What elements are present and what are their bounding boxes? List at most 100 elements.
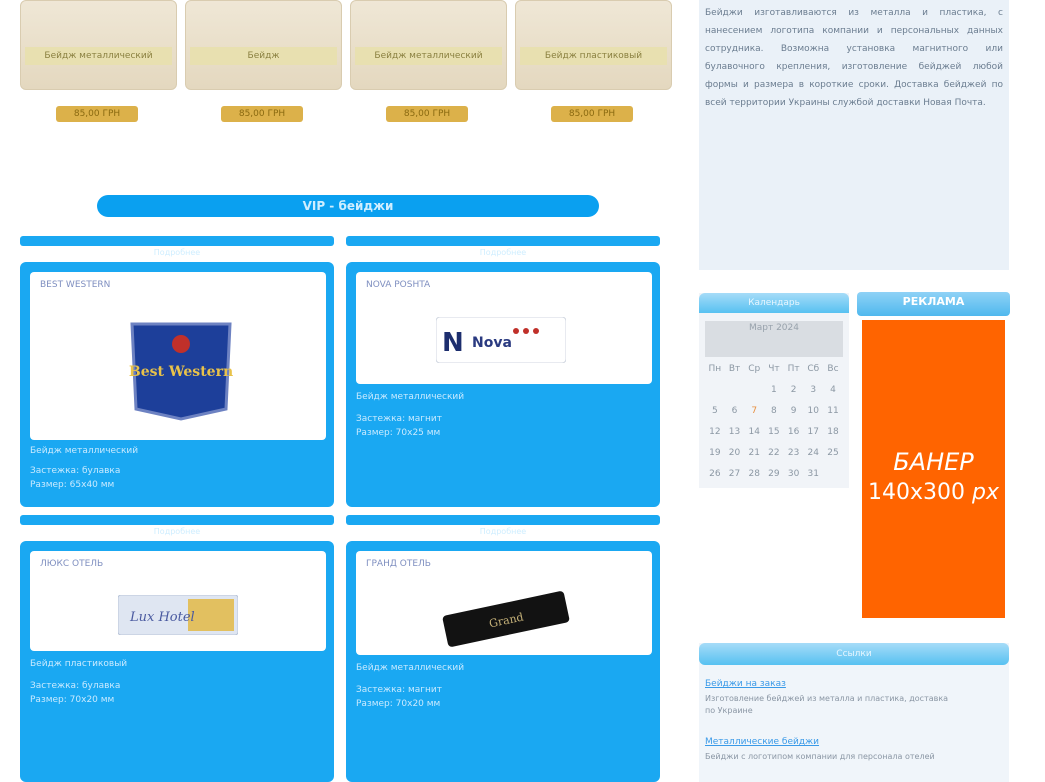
product-price: 85,00 ГРН [221, 106, 303, 122]
calendar-day[interactable]: 26 [705, 464, 725, 485]
calendar-day[interactable]: 25 [823, 443, 843, 464]
calendar-day [823, 464, 843, 485]
product-name-band: Бейдж пластиковый [520, 47, 667, 65]
card-details: Бейдж металлический Застежка: магнит Раз… [356, 390, 464, 440]
calendar-weekday: Ср [748, 364, 761, 374]
card-details: Бейдж пластиковый Застежка: булавка Разм… [30, 657, 127, 707]
nova-logo: N Nova [435, 316, 567, 364]
calendar-day[interactable]: 4 [823, 380, 843, 401]
calendar-weekday: Вс [827, 364, 839, 374]
calendar-day[interactable]: 29 [764, 464, 784, 485]
calendar-day[interactable]: 22 [764, 443, 784, 464]
logo-text: Lux Hotel [129, 610, 195, 625]
card-detail-line: Бейдж металлический [30, 446, 139, 456]
banner-unit: px [972, 480, 999, 505]
product-card[interactable]: Бейдж металлический [20, 0, 177, 90]
card-detail-line: Застежка: магнит [356, 414, 442, 424]
calendar-day[interactable]: 17 [803, 422, 823, 443]
calendar-weekday-row: Пн Вт Ср Чт Пт Сб Вс [705, 359, 843, 380]
calendar-day[interactable]: 18 [823, 422, 843, 443]
product-card[interactable]: Бейдж [185, 0, 342, 90]
calendar-day[interactable]: 6 [725, 401, 745, 422]
calendar-day[interactable]: 8 [764, 401, 784, 422]
card-detail-line: Бейдж пластиковый [30, 659, 128, 669]
card-header-strip [346, 515, 660, 525]
links-header: Ссылки [699, 643, 1009, 665]
calendar-weekday: Чт [768, 364, 780, 374]
calendar-day[interactable]: 9 [784, 401, 804, 422]
calendar-day [725, 380, 745, 401]
calendar-weekday: Пн [708, 364, 722, 374]
card-header-label[interactable]: Подробнее [20, 527, 334, 537]
card-image-area: NOVA POSHTA N Nova [356, 272, 652, 384]
calendar-weekday: Сб [807, 364, 820, 374]
card-details: Бейдж металлический Застежка: булавка Ра… [30, 444, 138, 492]
logo-text: Nova [472, 335, 512, 351]
ad-header: РЕКЛАМА [857, 292, 1010, 316]
card-detail-line: Застежка: магнит [356, 685, 442, 695]
calendar-day[interactable]: 2 [784, 380, 804, 401]
vip-card[interactable]: BEST WESTERN Best Western Бейдж металлич… [20, 262, 334, 507]
calendar-day[interactable]: 12 [705, 422, 725, 443]
card-detail-line: Бейдж металлический [356, 663, 465, 673]
lux-hotel-logo: Lux Hotel [117, 594, 239, 636]
links-block: Ссылки Бейджи на заказ Изготовление бейд… [699, 643, 1009, 782]
card-detail-line: Застежка: булавка [30, 466, 121, 476]
product-name: Бейдж [247, 51, 280, 61]
link-title[interactable]: Бейджи на заказ [705, 679, 786, 689]
calendar-day[interactable]: 20 [725, 443, 745, 464]
card-detail-line: Размер: 70х25 мм [356, 428, 441, 438]
vip-card[interactable]: ЛЮКС ОТЕЛЬ Lux Hotel Бейдж пластиковый З… [20, 541, 334, 782]
calendar-day[interactable]: 5 [705, 401, 725, 422]
calendar-day[interactable]: 21 [744, 443, 764, 464]
calendar-day[interactable]: 15 [764, 422, 784, 443]
product-price: 85,00 ГРН [551, 106, 633, 122]
card-header-label[interactable]: Подробнее [20, 248, 334, 258]
calendar-day[interactable]: 13 [725, 422, 745, 443]
vip-section-title: VIP - бейджи [97, 195, 599, 217]
calendar-day[interactable]: 10 [803, 401, 823, 422]
ad-header-label: РЕКЛАМА [902, 295, 965, 308]
card-header-strip [20, 236, 334, 246]
calendar-day[interactable]: 28 [744, 464, 764, 485]
sidebar-description: Бейджи изготавливаются из металла и плас… [705, 8, 1003, 108]
calendar-month: Март 2024 [705, 321, 843, 357]
card-detail-line: Застежка: булавка [30, 681, 121, 691]
calendar-day[interactable]: 24 [803, 443, 823, 464]
card-detail-line: Размер: 65х40 мм [30, 480, 115, 490]
calendar-day[interactable]: 19 [705, 443, 725, 464]
calendar-day[interactable]: 31 [803, 464, 823, 485]
vip-card[interactable]: NOVA POSHTA N Nova Бейдж металлический З… [346, 262, 660, 507]
card-detail-line: Размер: 70х20 мм [356, 699, 441, 709]
product-card[interactable]: Бейдж металлический [350, 0, 507, 90]
ad-block: РЕКЛАМА БАНЕР 140x300 px [857, 292, 1010, 634]
calendar-day[interactable]: 23 [784, 443, 804, 464]
calendar-day [705, 380, 725, 401]
calendar-day[interactable]: 1 [764, 380, 784, 401]
card-title: NOVA POSHTA [366, 280, 431, 290]
vip-card[interactable]: ГРАНД ОТЕЛЬ Grand Бейдж металлический За… [346, 541, 660, 782]
link-title[interactable]: Металлические бейджи [705, 737, 819, 747]
link-description: Изготовление бейджей из металла и пласти… [705, 694, 949, 715]
banner-line-2: 140x300 px [862, 480, 1005, 505]
product-card[interactable]: Бейдж пластиковый [515, 0, 672, 90]
card-detail-line: Размер: 70х20 мм [30, 695, 115, 705]
ad-banner[interactable]: БАНЕР 140x300 px [862, 320, 1005, 618]
calendar-week-row: 19 20 21 22 23 24 25 [705, 443, 843, 464]
card-header-label[interactable]: Подробнее [346, 248, 660, 258]
product-name-band: Бейдж металлический [355, 47, 502, 65]
calendar-day[interactable]: 27 [725, 464, 745, 485]
product-price: 85,00 ГРН [56, 106, 138, 122]
calendar-day[interactable]: 16 [784, 422, 804, 443]
calendar-day[interactable]: 3 [803, 380, 823, 401]
calendar-day[interactable]: 11 [823, 401, 843, 422]
calendar-day[interactable]: 14 [744, 422, 764, 443]
calendar-day[interactable]: 7 [744, 401, 764, 422]
card-header-strip [346, 236, 660, 246]
product-name: Бейдж металлический [44, 51, 153, 61]
product-name-band: Бейдж [190, 47, 337, 65]
calendar-day[interactable]: 30 [784, 464, 804, 485]
card-header-label[interactable]: Подробнее [346, 527, 660, 537]
calendar-grid: Пн Вт Ср Чт Пт Сб Вс 1 2 3 4 5 6 7 8 9 10 11 12 13 14 15 16 17 1… [705, 359, 843, 485]
banner-size: 140x300 [868, 480, 966, 505]
